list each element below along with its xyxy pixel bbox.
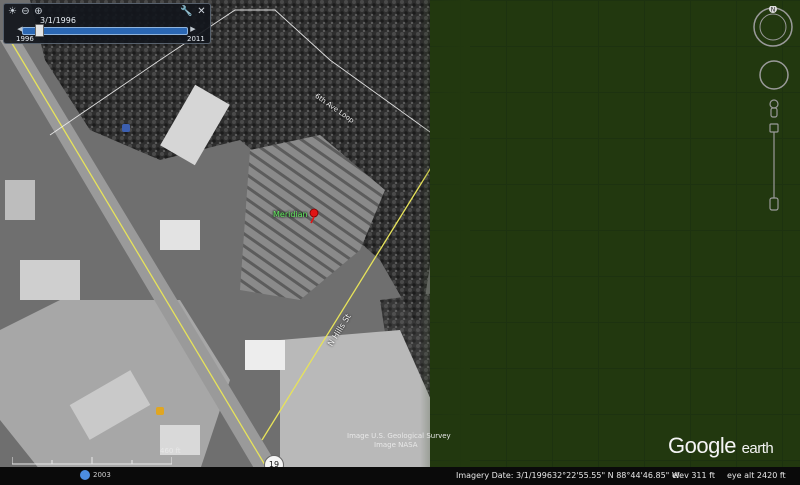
pegman-icon bbox=[769, 99, 779, 109]
historical-imagery-icon[interactable] bbox=[80, 470, 90, 480]
year-badge: 2003 bbox=[93, 471, 111, 479]
info-marker-icon[interactable] bbox=[122, 124, 130, 132]
compass-icon[interactable]: N bbox=[752, 6, 794, 48]
zoom-slider-icon[interactable] bbox=[766, 98, 782, 216]
google-earth-logo: Google earth bbox=[668, 433, 774, 459]
wrench-icon[interactable]: 🔧 bbox=[180, 6, 192, 17]
pushpin-icon[interactable] bbox=[308, 208, 320, 224]
coordinates: 32°22'55.55" N 88°44'46.85" W bbox=[552, 471, 680, 480]
imagery-date: Imagery Date: 3/1/1996 bbox=[456, 471, 552, 480]
time-slider-track[interactable] bbox=[22, 27, 188, 35]
logo-word-earth: earth bbox=[741, 440, 774, 457]
status-bar: 2003 Imagery Date: 3/1/1996 32°22'55.55"… bbox=[0, 467, 800, 485]
time-slider-thumb[interactable] bbox=[35, 24, 44, 37]
elevation: elev 311 ft bbox=[672, 471, 715, 480]
eye-altitude: eye alt 2420 ft bbox=[727, 471, 786, 480]
end-year-label: 2011 bbox=[187, 35, 205, 43]
sun-icon[interactable]: ☀ bbox=[7, 6, 18, 17]
imagery-credit-2: Image NASA bbox=[374, 441, 418, 449]
close-icon[interactable]: ✕ bbox=[196, 6, 207, 17]
placemark-label[interactable]: Meridian bbox=[273, 210, 308, 219]
svg-text:N: N bbox=[771, 7, 776, 14]
look-joystick-icon[interactable] bbox=[758, 59, 790, 91]
historical-imagery-slider: ☀ ⊖ ⊕ 🔧 ✕ 3/1/1996 ◀ ▶ 1996 2011 bbox=[3, 3, 211, 44]
logo-word-google: Google bbox=[668, 433, 736, 458]
aerial-imagery[interactable] bbox=[0, 0, 800, 485]
start-year-label: 1996 bbox=[16, 35, 34, 43]
business-marker-icon[interactable] bbox=[156, 407, 164, 415]
next-icon[interactable]: ▶ bbox=[189, 25, 197, 34]
scale-label: 460 ft bbox=[160, 447, 181, 455]
zoom-out-icon[interactable]: ⊖ bbox=[20, 6, 31, 17]
scale-bar bbox=[12, 457, 172, 465]
imagery-credit-1: Image U.S. Geological Survey bbox=[347, 432, 451, 440]
current-date-label: 3/1/1996 bbox=[40, 16, 76, 25]
